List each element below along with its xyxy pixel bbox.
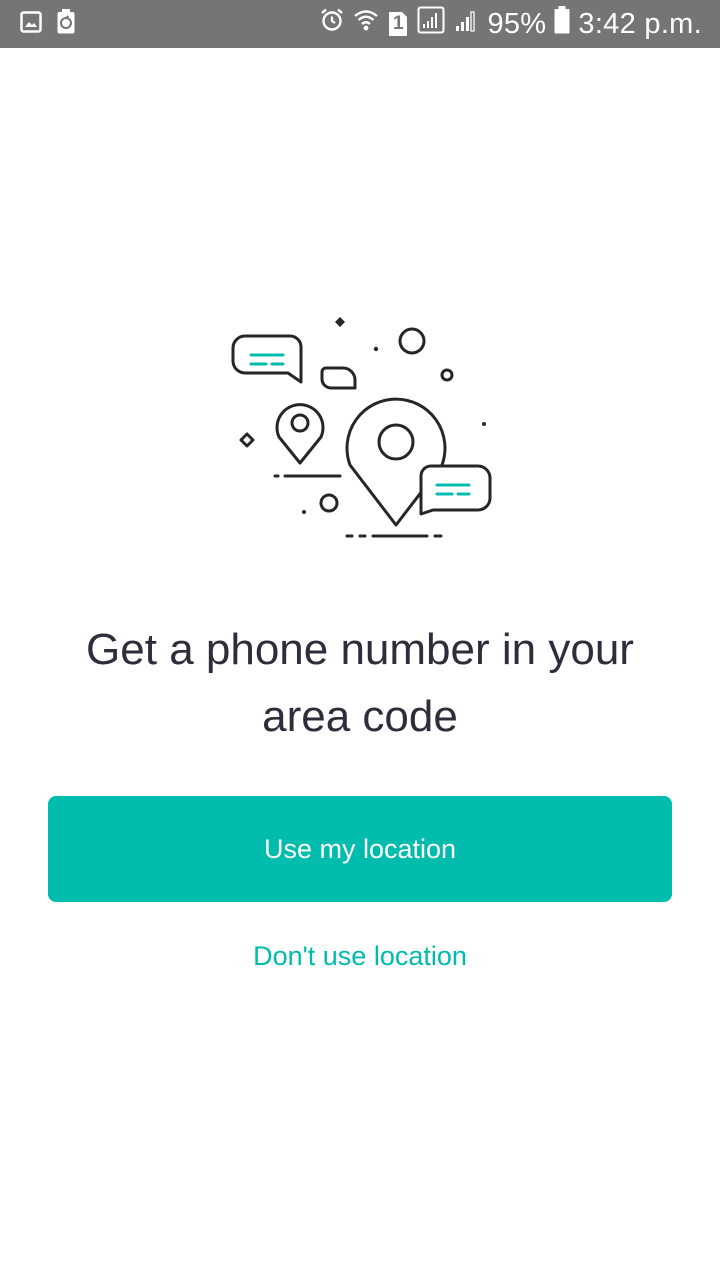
- status-bar: 1 95% 3:42 p.m.: [0, 0, 720, 48]
- wifi-icon: [353, 7, 379, 41]
- status-bar-system: 1 95% 3:42 p.m.: [319, 6, 702, 42]
- image-icon: [20, 10, 42, 38]
- battery-percent: 95%: [487, 7, 547, 40]
- battery-icon: [554, 6, 570, 42]
- location-pins-chat-illustration: [220, 310, 500, 550]
- alarm-icon: [319, 7, 345, 41]
- battery-saver-icon: [56, 8, 76, 40]
- dont-use-location-link[interactable]: Don't use location: [160, 934, 560, 978]
- signal-2-icon: [453, 7, 479, 41]
- sim-icon: 1: [387, 11, 409, 37]
- status-bar-notifications: [20, 8, 76, 40]
- signal-icon: [417, 6, 445, 42]
- main-content: Get a phone number in your area code Use…: [0, 48, 720, 1280]
- status-time: 3:42 p.m.: [578, 7, 702, 40]
- sim-slot-label: 1: [393, 13, 404, 34]
- page-title: Get a phone number in your area code: [86, 625, 634, 741]
- use-my-location-button[interactable]: Use my location: [48, 796, 672, 902]
